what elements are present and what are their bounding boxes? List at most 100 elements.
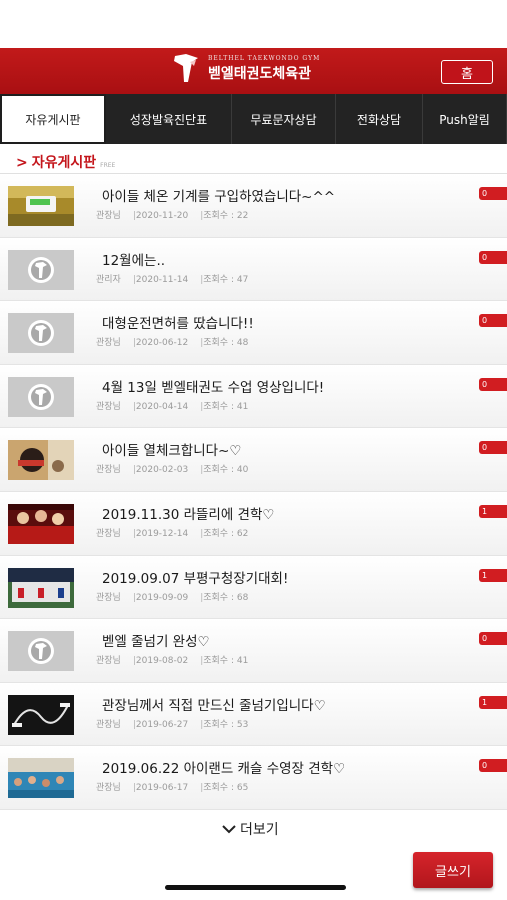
post-author: 관장님 <box>96 528 121 539</box>
post-date: 2019-12-14 <box>135 528 189 539</box>
post-thumbnail <box>8 631 74 672</box>
post-date: 2020-11-20 <box>135 211 189 221</box>
thumbnail-image <box>8 758 74 799</box>
post-meta: 관장님 |2020-06-12 |조회수 : 48 <box>96 335 248 348</box>
tab-free-sms[interactable]: 무료문자상담 <box>232 94 336 144</box>
list-item[interactable]: 12월에는.. 관리자 |2020-11-14 |조회수 : 47 0 <box>0 237 507 302</box>
post-title[interactable]: 아이들 체온 기계를 구입하였습니다~^^ <box>102 185 335 205</box>
section-subtitle: FREE <box>100 162 116 169</box>
chevron-right-icon: > <box>16 155 28 171</box>
post-author: 관장님 <box>96 211 121 221</box>
app-screen: BELTHEL TAEKWONDO GYM 벧엘태권도체육관 홈 자유게시판 성… <box>0 0 507 900</box>
list-item[interactable]: 2019.11.30 라뜰리에 견학♡ 관장님 |2019-12-14 |조회수 : … <box>0 491 507 556</box>
post-title[interactable]: 아이들 열체크합니다~♡ <box>102 439 242 459</box>
section-title: > 자유게시판 FREE <box>16 152 115 172</box>
post-date: 2019-09-09 <box>135 592 189 603</box>
post-meta: 관장님 |2019-06-17 |조회수 : 65 <box>96 780 248 793</box>
write-post-button[interactable]: 글쓰기 <box>413 852 493 888</box>
comment-count-badge: 0 <box>479 441 507 455</box>
post-title[interactable]: 관장님께서 직접 만드신 줄넘기입니다♡ <box>102 694 326 714</box>
list-item[interactable]: 2019.09.07 부평구청장기대회! 관장님 |2019-09-09 |조회수 :… <box>0 555 507 620</box>
tab-free-board[interactable]: 자유게시판 <box>0 94 106 144</box>
comment-count-badge: 0 <box>479 314 507 328</box>
post-title[interactable]: 대형운전면허를 땄습니다!! <box>102 312 254 332</box>
post-date: 2020-11-14 <box>135 274 189 285</box>
post-title[interactable]: 벧엘 줄넘기 완성♡ <box>102 630 210 650</box>
post-thumbnail <box>8 376 74 417</box>
app-header: BELTHEL TAEKWONDO GYM 벧엘태권도체육관 홈 <box>0 48 507 94</box>
comment-count-badge: 1 <box>479 695 507 709</box>
post-views: 조회수 : 41 <box>203 401 249 412</box>
post-author: 관장님 <box>96 719 121 730</box>
post-thumbnail <box>8 249 74 290</box>
list-item[interactable]: 관장님께서 직접 만드신 줄넘기입니다♡ 관장님 |2019-06-27 |조회수 :… <box>0 682 507 747</box>
thumbnail-image <box>8 376 74 417</box>
post-meta: 관장님 |2020-02-03 |조회수 : 40 <box>96 462 248 475</box>
post-date: 2019-06-27 <box>135 719 189 730</box>
post-meta: 관리자 |2020-11-14 |조회수 : 47 <box>96 272 248 285</box>
post-thumbnail <box>8 186 74 226</box>
post-title[interactable]: 2019.06.22 아이랜드 캐슬 수영장 견학♡ <box>102 757 345 777</box>
post-meta: 관장님 |2020-04-14 |조회수 : 41 <box>96 399 248 412</box>
post-views: 조회수 : 53 <box>203 719 249 730</box>
post-author: 관장님 <box>96 338 121 349</box>
tab-push-alarm[interactable]: Push알림 <box>423 94 507 144</box>
comment-count-badge: 0 <box>479 377 507 391</box>
post-author: 관장님 <box>96 401 121 412</box>
post-thumbnail <box>8 440 74 481</box>
post-title[interactable]: 12월에는.. <box>102 249 165 269</box>
list-item[interactable]: 2019.06.22 아이랜드 캐슬 수영장 견학♡ 관장님 |2019-06-17… <box>0 746 507 810</box>
thumbnail-image <box>8 567 74 608</box>
section-title-label: 자유게시판 <box>31 155 97 171</box>
list-item[interactable]: 4월 13일 벧엘태권도 수업 영상입니다! 관장님 |2020-04-14 |조회수… <box>0 364 507 429</box>
list-item[interactable]: 아이들 체온 기계를 구입하였습니다~^^ 관장님 |2020-11-20 |조회수 … <box>0 174 507 238</box>
thumbnail-image <box>8 503 74 544</box>
thumbnail-image <box>8 186 74 226</box>
chevron-down-icon <box>222 825 236 834</box>
home-button[interactable]: 홈 <box>441 60 493 84</box>
thumbnail-image <box>8 694 74 735</box>
post-views: 조회수 : 65 <box>203 783 249 794</box>
list-item[interactable]: 아이들 열체크합니다~♡ 관장님 |2020-02-03 |조회수 : 40 0 <box>0 428 507 492</box>
post-title[interactable]: 4월 13일 벧엘태권도 수업 영상입니다! <box>102 376 324 396</box>
post-date: 2019-08-02 <box>135 656 189 667</box>
list-item[interactable]: 대형운전면허를 땄습니다!! 관장님 |2020-06-12 |조회수 : 48 0 <box>0 301 507 365</box>
post-meta: 관장님 |2019-08-02 |조회수 : 41 <box>96 653 248 666</box>
post-thumbnail <box>8 313 74 354</box>
comment-count-badge: 0 <box>479 759 507 773</box>
post-title[interactable]: 2019.11.30 라뜰리에 견학♡ <box>102 503 275 523</box>
post-views: 조회수 : 22 <box>203 211 249 221</box>
thumbnail-image <box>8 631 74 672</box>
post-date: 2019-06-17 <box>135 783 189 794</box>
post-thumbnail <box>8 694 74 735</box>
post-meta: 관장님 |2019-09-09 |조회수 : 68 <box>96 590 248 603</box>
post-views: 조회수 : 68 <box>203 592 249 603</box>
tab-bar: 자유게시판 성장발육진단표 무료문자상담 전화상담 Push알림 <box>0 94 507 144</box>
post-author: 관리자 <box>96 274 121 285</box>
tab-phone-consult[interactable]: 전화상담 <box>336 94 423 144</box>
post-author: 관장님 <box>96 592 121 603</box>
post-views: 조회수 : 62 <box>203 528 249 539</box>
post-meta: 관장님 |2019-06-27 |조회수 : 53 <box>96 717 248 730</box>
post-views: 조회수 : 41 <box>203 656 249 667</box>
post-views: 조회수 : 47 <box>203 274 249 285</box>
thumbnail-image <box>8 249 74 290</box>
list-item[interactable]: 벧엘 줄넘기 완성♡ 관장님 |2019-08-02 |조회수 : 41 0 <box>0 619 507 683</box>
post-thumbnail <box>8 503 74 544</box>
post-date: 2020-04-14 <box>135 401 189 412</box>
post-views: 조회수 : 48 <box>203 338 249 349</box>
comment-count-badge: 1 <box>479 504 507 518</box>
tab-growth-chart[interactable]: 성장발육진단표 <box>106 94 232 144</box>
post-list: 아이들 체온 기계를 구입하였습니다~^^ 관장님 |2020-11-20 |조회수 … <box>0 174 507 810</box>
post-thumbnail <box>8 758 74 799</box>
post-date: 2020-06-12 <box>135 338 189 349</box>
thumbnail-image <box>8 440 74 481</box>
post-title[interactable]: 2019.09.07 부평구청장기대회! <box>102 567 288 587</box>
comment-count-badge: 1 <box>479 568 507 582</box>
post-date: 2020-02-03 <box>135 465 189 476</box>
more-button[interactable]: 더보기 <box>222 819 279 839</box>
logo-subtitle: BELTHEL TAEKWONDO GYM <box>208 55 321 62</box>
gym-logo[interactable]: BELTHEL TAEKWONDO GYM 벧엘태권도체육관 <box>172 52 320 86</box>
post-views: 조회수 : 40 <box>203 465 249 476</box>
comment-count-badge: 0 <box>479 632 507 646</box>
